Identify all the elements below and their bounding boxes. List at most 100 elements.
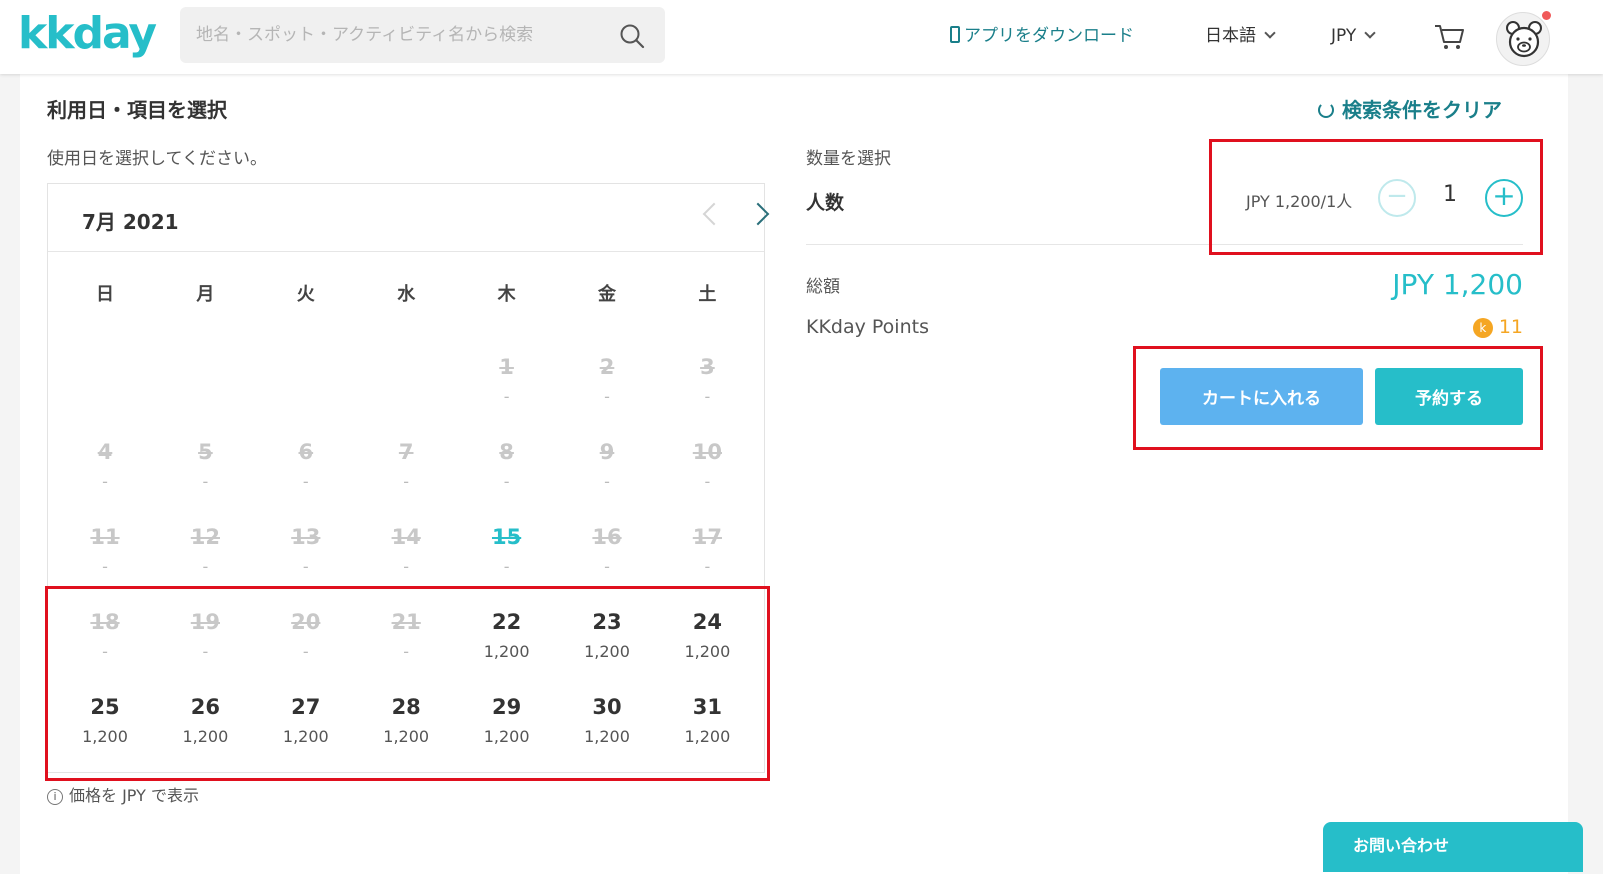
calendar-day: 4- [55, 439, 155, 493]
day-price: - [302, 472, 309, 491]
language-label: 日本語 [1205, 26, 1256, 46]
day-price: 1,200 [82, 727, 128, 746]
divider [806, 244, 1523, 245]
day-price: 1,200 [584, 727, 630, 746]
calendar-day: 10 - [657, 439, 757, 493]
search-icon[interactable] [619, 23, 645, 53]
calendar-day: 8- [457, 439, 557, 493]
day-number: 23 [592, 610, 622, 634]
day-price: - [302, 642, 309, 661]
plus-button[interactable]: + [1485, 179, 1523, 217]
calendar-day: 13 - [256, 524, 356, 578]
app-download-link[interactable]: アプリをダウンロード [950, 24, 1134, 48]
search-input[interactable] [196, 21, 606, 49]
day-number: 29 [491, 695, 522, 719]
calendar-day: 5- [155, 439, 255, 493]
day-price: - [403, 472, 410, 491]
calendar-day: 2- [557, 354, 657, 408]
weekday-label: 金 [598, 284, 616, 305]
prev-month-arrow-icon[interactable] [702, 202, 726, 226]
calendar-day: 18 - [55, 609, 155, 663]
day-number: 22 [491, 610, 522, 634]
minus-button[interactable]: − [1378, 179, 1416, 217]
points-value-wrap: k 11 [1472, 316, 1523, 338]
weekday-label: 水 [397, 284, 416, 305]
currency-selector[interactable]: JPY [1331, 24, 1376, 48]
calendar-header: 7月 2021 [48, 184, 770, 252]
book-now-button[interactable]: 予約する [1375, 368, 1523, 425]
search-bar [180, 7, 665, 63]
day-price: - [102, 642, 108, 661]
site-header: kkday アプリをダウンロード 日本語 JPY [0, 0, 1603, 74]
day-price: - [503, 557, 510, 576]
calendar-day: 21 - [356, 609, 456, 663]
section-title: 利用日・項目を選択 [47, 98, 227, 122]
day-number: 21 [391, 610, 421, 634]
day-number: 18 [90, 610, 120, 634]
day-number: 24 [692, 610, 722, 634]
day-number: 4 [97, 440, 113, 464]
calendar-day[interactable]: 27 1,200 [256, 694, 356, 748]
clear-search-button[interactable]: 検索条件をクリア [1318, 94, 1502, 123]
weekday-row: 日月火水木金土 [48, 280, 764, 310]
coin-icon: k [1472, 318, 1493, 338]
user-avatar[interactable] [1496, 11, 1551, 66]
day-number: 14 [391, 525, 421, 549]
day-price: - [704, 472, 711, 491]
chevron-down-icon [1364, 27, 1376, 39]
day-price: 1,200 [282, 727, 329, 746]
calendar-day[interactable]: 23 1,200 [557, 609, 657, 663]
calendar-day: 17 - [657, 524, 757, 578]
day-price: - [403, 642, 410, 661]
day-number: 9 [599, 440, 615, 464]
add-to-cart-button[interactable]: カートに入れる [1160, 368, 1363, 425]
calendar-day: 15 - [457, 524, 557, 578]
app-download-label: アプリをダウンロード [964, 26, 1134, 46]
notification-dot [1542, 11, 1551, 20]
calendar-day[interactable]: 22 1,200 [457, 609, 557, 663]
day-price: 1,200 [684, 642, 731, 661]
cart-icon[interactable] [1433, 22, 1465, 56]
calendar-day: 9- [557, 439, 657, 493]
day-price: - [403, 557, 410, 576]
language-selector[interactable]: 日本語 [1205, 24, 1276, 48]
day-number: 26 [190, 695, 220, 719]
calendar-month: 7月 2021 [82, 210, 179, 234]
kkday-logo[interactable]: kkday [18, 8, 157, 60]
price-currency-note: i 価格を JPY で表示 [47, 782, 199, 806]
day-number: 8 [499, 440, 514, 464]
day-price: - [503, 472, 510, 491]
date-prompt: 使用日を選択してください。 [47, 149, 267, 169]
day-number: 11 [90, 525, 120, 549]
calendar-day: 1- [457, 354, 557, 408]
calendar: 7月 2021 日月火水木金土 1-2-3-4-5-6-7-8-9-10-11-… [47, 183, 770, 773]
calendar-day[interactable]: 31 1,200 [657, 694, 757, 748]
day-price: - [704, 387, 711, 406]
day-price: - [704, 557, 711, 576]
day-price: - [604, 557, 610, 576]
weekday-label: 日 [96, 284, 114, 305]
refresh-icon [1318, 102, 1334, 118]
weekday-label: 土 [698, 284, 717, 305]
calendar-day[interactable]: 24 1,200 [657, 609, 757, 663]
calendar-day[interactable]: 29 1,200 [457, 694, 557, 748]
calendar-day[interactable]: 25 1,200 [55, 694, 155, 748]
weekday-label: 木 [497, 284, 516, 305]
day-number: 6 [298, 440, 314, 464]
price-currency-note-text: 価格を JPY で表示 [69, 786, 199, 805]
people-label: 人数 [806, 192, 845, 214]
calendar-day: 7- [356, 439, 456, 493]
day-number: 10 [692, 440, 722, 464]
calendar-day[interactable]: 30 1,200 [557, 694, 657, 748]
day-number: 30 [592, 695, 622, 719]
quantity-value: 1 [1443, 182, 1457, 207]
day-number: 3 [700, 355, 715, 379]
calendar-day[interactable]: 28 1,200 [356, 694, 456, 748]
calendar-day[interactable]: 26 1,200 [155, 694, 255, 748]
calendar-day: 19 - [155, 609, 255, 663]
clear-search-label: 検索条件をクリア [1342, 98, 1502, 122]
day-price: - [202, 642, 209, 661]
day-number: 7 [398, 440, 414, 464]
day-number: 5 [198, 440, 213, 464]
day-price: - [102, 472, 108, 491]
